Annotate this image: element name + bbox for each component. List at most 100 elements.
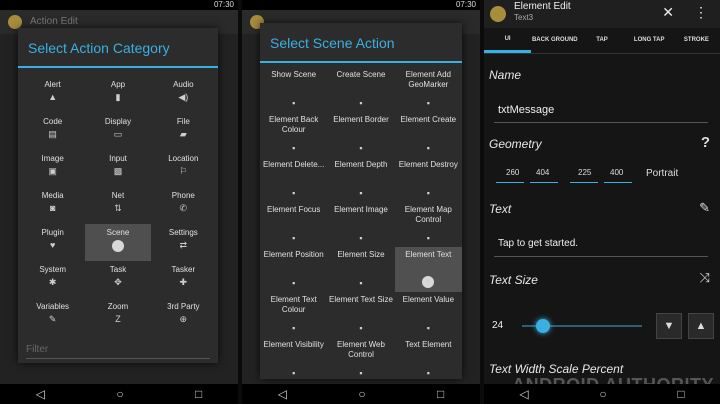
filter-input[interactable]: Filter bbox=[26, 343, 210, 359]
orientation-select[interactable]: Portrait bbox=[646, 168, 678, 179]
scene-action-label: Element Border bbox=[333, 115, 389, 124]
help-icon[interactable]: ? bbox=[701, 134, 710, 151]
phone-screen-action-category: 07:30 Action Edit Select Action Category… bbox=[0, 0, 238, 404]
scene-action-item[interactable]: Element Add GeoMarker ▪ bbox=[395, 67, 462, 112]
home-nav-icon[interactable]: ○ bbox=[116, 387, 123, 401]
category-item[interactable]: Phone ✆ bbox=[151, 187, 216, 224]
tab-stroke[interactable]: STROKE bbox=[673, 28, 720, 53]
category-item[interactable]: Alert ▲ bbox=[20, 76, 85, 113]
scene-action-item[interactable]: Element Size ▪ bbox=[327, 247, 394, 292]
scene-action-item[interactable]: Element Focus ▪ bbox=[260, 202, 327, 247]
category-item[interactable]: Scene bbox=[85, 224, 151, 261]
scene-action-item[interactable]: Element Text ▪ bbox=[394, 247, 462, 292]
tab-long-tap[interactable]: LONG TAP bbox=[626, 28, 673, 53]
nav-bar: ◁ ○ □ bbox=[0, 384, 238, 404]
category-item[interactable]: Input ▩ bbox=[85, 150, 150, 187]
recents-nav-icon[interactable]: □ bbox=[437, 387, 444, 401]
scene-action-label: Element Back Colour bbox=[268, 115, 319, 134]
scene-action-item[interactable]: Element Image ▪ bbox=[327, 202, 394, 247]
back-nav-icon[interactable]: ◁ bbox=[519, 387, 528, 401]
geometry-height-field[interactable]: 400 bbox=[610, 168, 623, 177]
tasker-gear-icon bbox=[490, 6, 506, 22]
text-field[interactable]: Tap to get started. bbox=[498, 238, 578, 249]
category-item[interactable]: System ✱ bbox=[20, 261, 85, 298]
more-options-icon[interactable]: ⋮ bbox=[694, 4, 708, 21]
scene-action-item[interactable]: Text Element ▪ bbox=[395, 337, 462, 382]
category-item[interactable]: Net ⇅ bbox=[85, 187, 150, 224]
category-icon bbox=[111, 240, 124, 252]
category-item[interactable]: Zoom Z bbox=[85, 298, 150, 335]
scene-action-item[interactable]: Element Position ▪ bbox=[260, 247, 327, 292]
select-scene-action-dialog: Select Scene Action Show Scene ▪ Create Sc… bbox=[260, 23, 462, 379]
category-label: Display bbox=[104, 117, 132, 126]
category-label: Settings bbox=[168, 228, 198, 237]
tab-background[interactable]: BACK GROUND bbox=[531, 28, 578, 53]
image-icon: ▪ bbox=[359, 323, 363, 333]
category-item[interactable]: Tasker ✚ bbox=[151, 261, 216, 298]
decrease-chevron-down-icon[interactable]: ▼ bbox=[656, 313, 682, 339]
category-icon: ▰ bbox=[179, 129, 187, 139]
scene-action-item[interactable]: Element Map Control ▪ bbox=[395, 202, 462, 247]
close-icon[interactable]: ✕ bbox=[662, 4, 674, 21]
category-label: Scene bbox=[106, 228, 130, 237]
scene-action-label: Create Scene bbox=[336, 70, 386, 79]
geometry-width-field[interactable]: 225 bbox=[578, 168, 591, 177]
scene-action-item[interactable]: Element Depth ▪ bbox=[327, 157, 394, 202]
category-item[interactable]: Variables ✎ bbox=[20, 298, 85, 335]
category-item[interactable]: App ▮ bbox=[85, 76, 150, 113]
element-edit-tabs: UI BACK GROUND TAP LONG TAP STROKE bbox=[484, 28, 720, 54]
tab-ui[interactable]: UI bbox=[484, 28, 532, 53]
scene-action-item[interactable]: Element Text Size ▪ bbox=[327, 292, 394, 337]
geometry-y-field[interactable]: 404 bbox=[536, 168, 549, 177]
home-nav-icon[interactable]: ○ bbox=[358, 387, 365, 401]
category-item[interactable]: Code ▤ bbox=[20, 113, 85, 150]
category-item[interactable]: File ▰ bbox=[151, 113, 216, 150]
edit-pencil-icon[interactable]: ✎ bbox=[699, 200, 710, 216]
recents-nav-icon[interactable]: □ bbox=[195, 387, 202, 401]
scene-action-item[interactable]: Create Scene ▪ bbox=[327, 67, 394, 112]
category-item[interactable]: Audio ◀) bbox=[151, 76, 216, 113]
image-icon: ▪ bbox=[359, 368, 363, 378]
scene-action-grid: Show Scene ▪ Create Scene ▪ Element Add GeoM… bbox=[260, 63, 462, 382]
increase-chevron-up-icon[interactable]: ▲ bbox=[688, 313, 714, 339]
scene-action-label: Element Position bbox=[263, 250, 324, 259]
shuffle-icon[interactable]: ⤨ bbox=[700, 270, 710, 286]
category-item[interactable]: Task ✥ bbox=[85, 261, 150, 298]
image-icon: ▪ bbox=[359, 233, 363, 243]
category-item[interactable]: Location ⚐ bbox=[151, 150, 216, 187]
scene-action-item[interactable]: Element Visibility ▪ bbox=[260, 337, 327, 382]
geometry-x-field[interactable]: 260 bbox=[506, 168, 519, 177]
scene-action-item[interactable]: Element Value ▪ bbox=[395, 292, 462, 337]
home-nav-icon[interactable]: ○ bbox=[599, 387, 606, 401]
back-nav-icon[interactable]: ◁ bbox=[278, 387, 287, 401]
image-icon: ▪ bbox=[292, 188, 296, 198]
scene-action-item[interactable]: Element Delete... ▪ bbox=[260, 157, 327, 202]
category-item[interactable]: Plugin ♥ bbox=[20, 224, 85, 261]
tab-tap[interactable]: TAP bbox=[578, 28, 625, 53]
category-label: 3rd Party bbox=[167, 302, 200, 311]
back-nav-icon[interactable]: ◁ bbox=[36, 387, 45, 401]
recents-nav-icon[interactable]: □ bbox=[677, 387, 684, 401]
scene-action-label: Element Destroy bbox=[398, 160, 458, 169]
image-icon: ▪ bbox=[359, 143, 363, 153]
scene-action-item[interactable]: Element Destroy ▪ bbox=[395, 157, 462, 202]
category-item[interactable]: Image ▣ bbox=[20, 150, 85, 187]
text-size-slider-thumb[interactable] bbox=[536, 319, 550, 333]
scene-action-item[interactable]: Element Create ▪ bbox=[395, 112, 462, 157]
category-item[interactable]: Media ◙ bbox=[20, 187, 85, 224]
name-field[interactable]: txtMessage bbox=[498, 104, 554, 116]
scene-action-item[interactable]: Element Border ▪ bbox=[327, 112, 394, 157]
category-item[interactable]: Display ▭ bbox=[85, 113, 150, 150]
category-icon: ✎ bbox=[48, 314, 57, 324]
category-icon: ⇄ bbox=[179, 240, 188, 250]
scene-action-item[interactable]: Element Text Colour ▪ bbox=[260, 292, 327, 337]
status-bar: 07:30 bbox=[242, 0, 480, 10]
category-item[interactable]: 3rd Party ⊕ bbox=[151, 298, 216, 335]
scene-action-item[interactable]: Element Back Colour ▪ bbox=[260, 112, 327, 157]
scene-action-item[interactable]: Show Scene ▪ bbox=[260, 67, 327, 112]
category-item[interactable]: Settings ⇄ bbox=[151, 224, 216, 261]
category-icon: ✆ bbox=[179, 203, 188, 213]
category-label: Media bbox=[41, 191, 64, 200]
scene-action-item[interactable]: Element Web Control ▪ bbox=[327, 337, 394, 382]
appbar-title: Action Edit bbox=[30, 16, 78, 27]
